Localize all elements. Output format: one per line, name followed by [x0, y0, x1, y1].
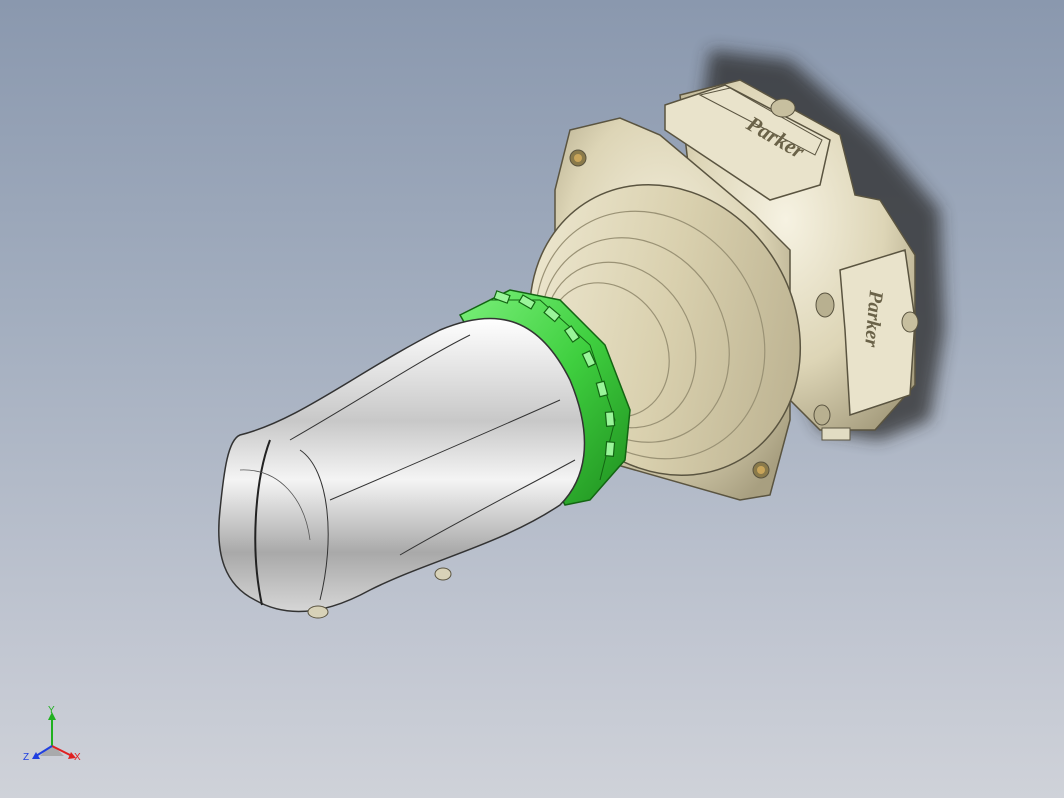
graphics-viewport[interactable]: Parker Parker Y X Z	[0, 0, 1064, 798]
joystick-handle	[218, 317, 586, 619]
triad-z-arrow	[32, 752, 40, 759]
orientation-triad[interactable]: Y X Z	[22, 704, 82, 768]
joystick-model[interactable]: Parker Parker	[0, 0, 1064, 798]
triad-x-label: X	[74, 752, 81, 763]
triad-y-label: Y	[48, 705, 55, 716]
triad-z-label: Z	[23, 752, 29, 763]
